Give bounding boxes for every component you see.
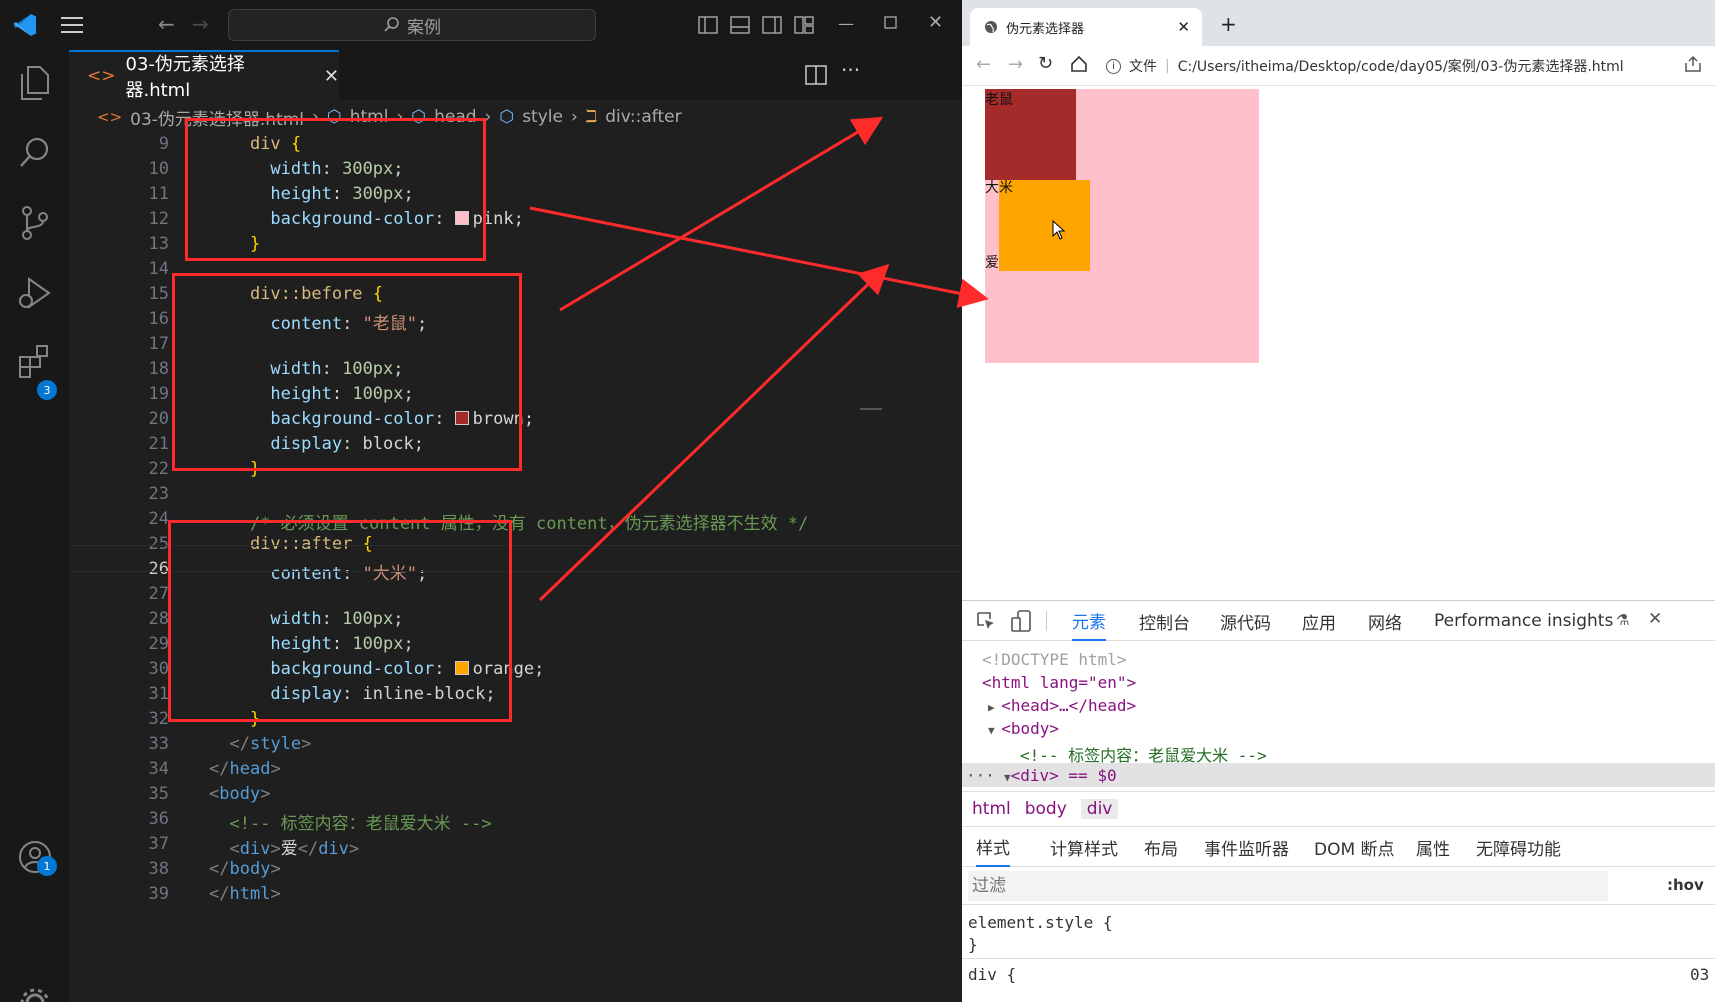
arrow-div-to-pink [529,206,989,309]
arrow-before-to-brown [559,116,884,312]
arrow-after-to-orange [538,263,890,602]
annotation-arrows [529,116,989,602]
screen: ← → 案例 — ✕ 3 1 <> 03-伪元素选择器.html ✕ ··· <… [0,0,1715,1002]
